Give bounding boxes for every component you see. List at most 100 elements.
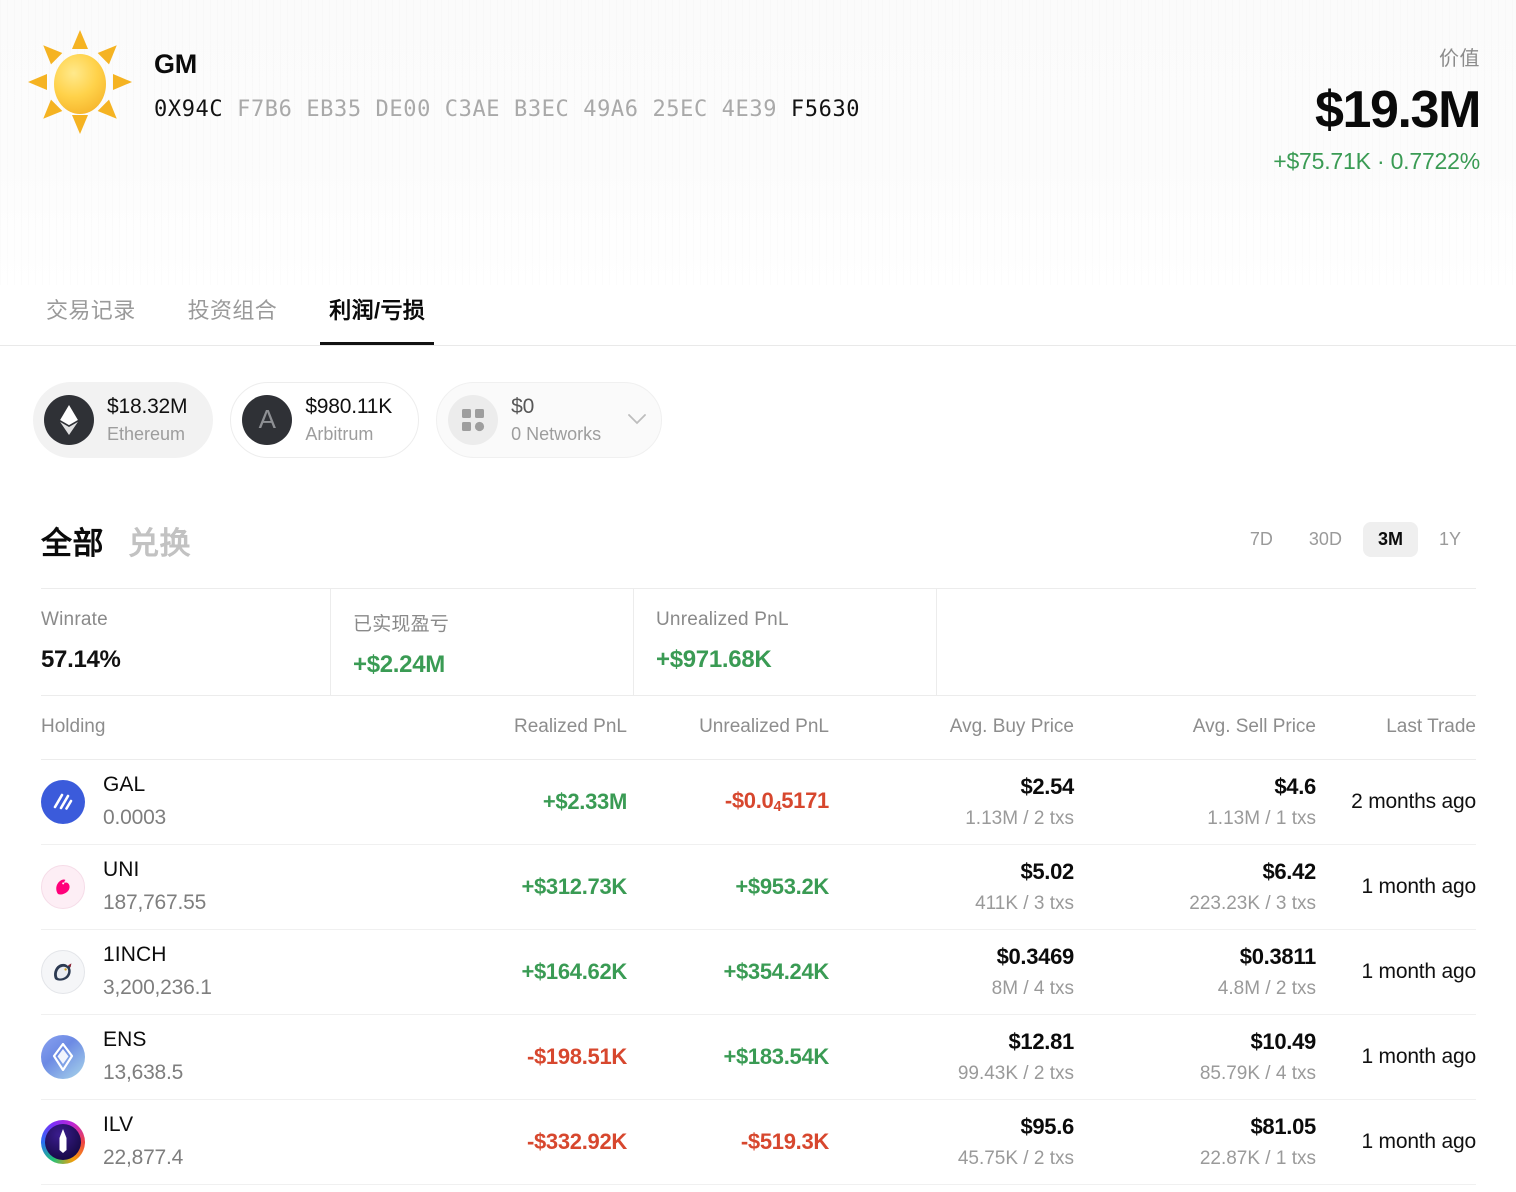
realized-pnl-value: +$164.62K — [521, 958, 627, 984]
avg-buy-cell: $95.6 45.75K / 2 txs — [829, 1114, 1074, 1170]
stat-realized-pnl: 已实现盈亏 +$2.24M — [330, 588, 633, 695]
column-header-unrealized-pnl[interactable]: Unrealized PnL — [627, 716, 829, 738]
network-chip-ethereum[interactable]: $18.32M Ethereum — [33, 382, 214, 458]
segment-all[interactable]: 全部 — [41, 518, 104, 563]
token-symbol: GAL — [103, 773, 146, 797]
portfolio-value: $19.3M — [1314, 81, 1481, 139]
token-symbol: ENS — [103, 1028, 147, 1052]
main-tabs: 交易记录 投资组合 利润/亏损 — [0, 285, 1516, 346]
stat-empty — [936, 588, 1476, 695]
tab-portfolio[interactable]: 投资组合 — [179, 285, 287, 342]
avg-buy-cell: $5.02 411K / 3 txs — [829, 859, 1074, 915]
avg-buy-volume: 411K / 3 txs — [975, 892, 1074, 914]
wallet-address[interactable]: 0X94C F7B6 EB35 DE00 C3AE B3EC 49A6 25EC… — [154, 97, 860, 122]
avg-sell-cell: $0.3811 4.8M / 2 txs — [1074, 943, 1317, 1000]
avg-sell-volume: 223.23K / 3 txs — [1189, 892, 1316, 914]
column-header-avg-buy-price[interactable]: Avg. Buy Price — [829, 716, 1074, 738]
network-chip-arbitrum[interactable]: A $980.11K Arbitrum — [230, 382, 420, 458]
portfolio-value-block: 价值 $19.3M +$75.71K · 0.7722% — [1273, 42, 1481, 175]
avg-sell-cell: $10.49 85.79K / 4 txs — [1074, 1029, 1316, 1085]
unrealized-pnl-value: -$519.3K — [740, 1128, 829, 1154]
range-30d[interactable]: 30D — [1294, 522, 1357, 557]
stats-summary: Winrate 57.14% 已实现盈亏 +$2.24M Unrealized … — [41, 587, 1476, 696]
last-trade-value: 1 month ago — [1361, 874, 1476, 898]
unrealized-pnl-value: -$0.045171 — [724, 788, 829, 816]
type-segment-group: 全部 兑换 — [41, 518, 191, 563]
holding-cell: GAL 0.0003 — [41, 773, 415, 830]
table-row[interactable]: UNI 187,767.55 +$312.73K +$953.2K $5.02 … — [41, 845, 1476, 930]
holdings-table: Holding Realized PnL Unrealized PnL Avg.… — [41, 696, 1476, 1185]
uni-token-icon — [41, 864, 85, 909]
arbitrum-icon: A — [242, 394, 293, 445]
portfolio-change: +$75.71K · 0.7722% — [1273, 147, 1480, 174]
time-range-group: 7D 30D 3M 1Y — [1235, 521, 1476, 563]
column-header-realized-pnl[interactable]: Realized PnL — [415, 716, 627, 738]
column-header-last-trade[interactable]: Last Trade — [1316, 716, 1476, 738]
avg-buy-cell: $0.3469 8M / 4 txs — [829, 943, 1075, 1000]
grid-icon — [448, 394, 499, 445]
chevron-down-icon[interactable] — [628, 410, 647, 430]
segment-swap[interactable]: 兑换 — [128, 518, 191, 563]
avg-sell-cell: $81.05 22.87K / 1 txs — [1074, 1114, 1316, 1170]
unrealized-pnl-value: +$354.24K — [723, 958, 829, 984]
avg-sell-price: $6.42 — [1262, 858, 1316, 884]
table-row[interactable]: ENS 13,638.5 -$198.51K +$183.54K $12.81 … — [41, 1015, 1476, 1100]
realized-pnl-value: -$332.92K — [526, 1128, 627, 1154]
token-symbol: UNI — [103, 858, 140, 882]
token-symbol: 1INCH — [103, 943, 167, 967]
stat-unrealized-pnl: Unrealized PnL +$971.68K — [633, 588, 936, 695]
table-header-row: Holding Realized PnL Unrealized PnL Avg.… — [41, 696, 1476, 760]
stat-value: +$971.68K — [656, 645, 772, 673]
realized-pnl-value: -$198.51K — [526, 1043, 627, 1069]
last-trade-value: 2 months ago — [1351, 789, 1476, 813]
stat-label: 已实现盈亏 — [353, 613, 450, 635]
token-symbol: ILV — [103, 1113, 134, 1137]
avg-buy-price: $5.02 — [1020, 858, 1074, 884]
avg-sell-price: $0.3811 — [1239, 943, 1317, 969]
stat-value: +$2.24M — [353, 650, 445, 678]
last-trade-value: 1 month ago — [1361, 1129, 1476, 1153]
avg-buy-price: $95.6 — [1020, 1113, 1074, 1139]
table-row[interactable]: GAL 0.0003 +$2.33M -$0.045171 $2.54 1.13… — [41, 760, 1476, 845]
avg-sell-volume: 22.87K / 1 txs — [1199, 1147, 1316, 1169]
token-quantity: 22,877.4 — [103, 1146, 184, 1170]
filter-row: 全部 兑换 7D 30D 3M 1Y — [0, 458, 1516, 563]
table-row[interactable]: 1INCH 3,200,236.1 +$164.62K +$354.24K $0… — [41, 930, 1476, 1015]
chip-amount: $18.32M — [107, 395, 188, 418]
gal-token-icon — [41, 779, 85, 824]
holding-cell: 1INCH 3,200,236.1 — [41, 943, 415, 1000]
avg-sell-price: $81.05 — [1250, 1113, 1317, 1139]
wallet-identity: GM 0X94C F7B6 EB35 DE00 C3AE B3EC 49A6 2… — [28, 30, 860, 134]
avg-sell-volume: 85.79K / 4 txs — [1199, 1062, 1316, 1084]
ens-token-icon — [41, 1034, 85, 1079]
ethereum-icon — [44, 394, 94, 445]
holding-cell: ILV 22,877.4 — [41, 1113, 415, 1170]
range-3m[interactable]: 3M — [1362, 521, 1418, 557]
token-quantity: 13,638.5 — [103, 1061, 184, 1085]
wallet-name: GM — [154, 49, 198, 79]
avg-buy-cell: $2.54 1.13M / 2 txs — [829, 774, 1074, 830]
column-header-holding[interactable]: Holding — [41, 716, 415, 738]
stat-label: Winrate — [41, 608, 108, 630]
column-header-avg-sell-price[interactable]: Avg. Sell Price — [1074, 716, 1316, 738]
avg-sell-cell: $6.42 223.23K / 3 txs — [1074, 859, 1316, 915]
stat-winrate: Winrate 57.14% — [41, 589, 330, 695]
chip-network-name: Ethereum — [107, 424, 186, 445]
unrealized-pnl-value: +$183.54K — [723, 1043, 829, 1069]
token-quantity: 3,200,236.1 — [103, 976, 212, 1000]
avg-sell-volume: 4.8M / 2 txs — [1217, 977, 1316, 999]
chip-amount: $980.11K — [305, 395, 393, 418]
network-chip-more[interactable]: $0 0 Networks — [436, 382, 663, 458]
avg-buy-volume: 99.43K / 2 txs — [957, 1062, 1074, 1084]
avg-buy-volume: 8M / 4 txs — [991, 977, 1074, 999]
avg-buy-price: $12.81 — [1008, 1028, 1075, 1054]
range-1y[interactable]: 1Y — [1424, 522, 1476, 557]
avg-buy-volume: 1.13M / 2 txs — [965, 807, 1074, 829]
range-7d[interactable]: 7D — [1235, 522, 1288, 557]
tab-profit-loss[interactable]: 利润/亏损 — [320, 285, 435, 345]
token-quantity: 187,767.55 — [103, 891, 207, 915]
table-row[interactable]: ILV 22,877.4 -$332.92K -$519.3K $95.6 45… — [41, 1100, 1476, 1185]
avg-sell-cell: $4.6 1.13M / 1 txs — [1074, 774, 1316, 830]
avg-buy-price: $0.3469 — [996, 943, 1075, 969]
tab-transactions[interactable]: 交易记录 — [37, 285, 145, 342]
